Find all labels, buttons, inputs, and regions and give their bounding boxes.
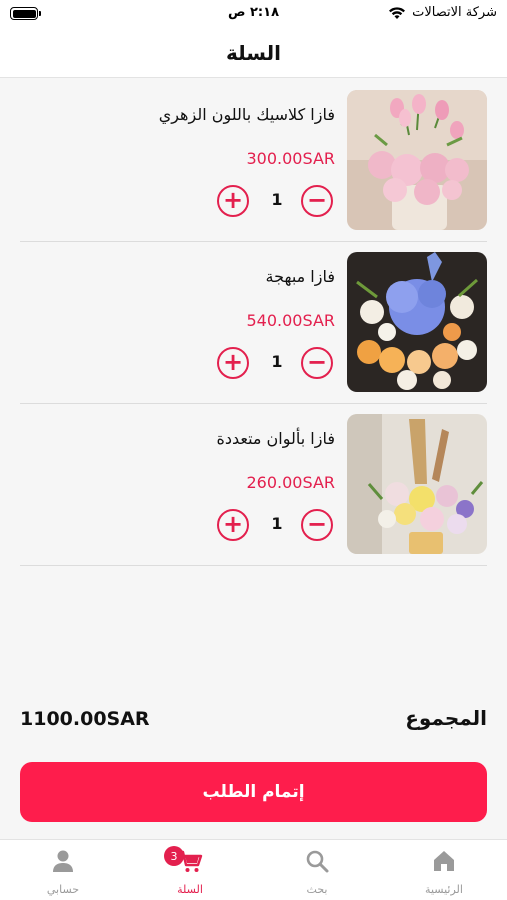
home-icon xyxy=(434,851,454,871)
item-name: فازا كلاسيك باللون الزهري xyxy=(158,105,335,124)
tab-home[interactable]: الرئيسية xyxy=(381,840,507,900)
total-value: 1100.00SAR xyxy=(20,708,150,730)
plus-icon: + xyxy=(222,186,244,214)
plus-icon: + xyxy=(222,510,244,538)
tab-account[interactable]: حسابي xyxy=(0,840,126,900)
total-label: المجموع xyxy=(405,706,487,730)
multicolor-flower-vase-illustration xyxy=(347,414,487,554)
cart-item: فازا كلاسيك باللون الزهري 300.00SAR − 1 … xyxy=(20,80,487,242)
battery-icon xyxy=(10,7,41,20)
tab-cart[interactable]: السلة xyxy=(127,840,253,900)
search-icon xyxy=(306,850,329,873)
blue-hydrangea-bouquet-illustration xyxy=(347,252,487,392)
plus-icon: + xyxy=(222,348,244,376)
decrease-quantity-button[interactable]: − xyxy=(301,347,333,379)
increase-quantity-button[interactable]: + xyxy=(217,347,249,379)
checkout-button[interactable]: إتمام الطلب xyxy=(20,762,487,822)
status-bar: شركة الاتصالات ٢:١٨ ص xyxy=(0,0,507,28)
tab-label: الرئيسية xyxy=(425,883,463,896)
cart-item: فازا مبهجة 540.00SAR − 1 + xyxy=(20,242,487,404)
item-price: 540.00SAR xyxy=(246,311,336,330)
item-price: 300.00SAR xyxy=(246,149,336,168)
tab-label: السلة xyxy=(177,883,203,896)
item-price: 260.00SAR xyxy=(246,473,336,492)
quantity-value: 1 xyxy=(271,190,283,209)
increase-quantity-button[interactable]: + xyxy=(217,185,249,217)
cart-count-badge: 3 xyxy=(164,846,184,866)
minus-icon: − xyxy=(306,348,328,376)
product-image-blue-bouquet[interactable] xyxy=(347,252,487,392)
tab-label: بحث xyxy=(306,883,328,896)
quantity-value: 1 xyxy=(271,352,283,371)
quantity-value: 1 xyxy=(271,514,283,533)
page-title: السلة xyxy=(225,40,281,65)
item-name: فازا مبهجة xyxy=(265,267,335,286)
product-image-pink-vase[interactable] xyxy=(347,90,487,230)
tab-bar: حسابي السلة بحث الرئيسية xyxy=(0,839,507,900)
item-name: فازا بألوان متعددة xyxy=(216,429,335,448)
person-icon xyxy=(53,850,73,872)
product-image-multicolor-vase[interactable] xyxy=(347,414,487,554)
cart-item: فازا بألوان متعددة 260.00SAR − 1 + xyxy=(20,404,487,566)
decrease-quantity-button[interactable]: − xyxy=(301,185,333,217)
status-time: ٢:١٨ ص xyxy=(227,5,280,20)
header: السلة xyxy=(0,28,507,78)
pink-flower-vase-illustration xyxy=(347,90,487,230)
increase-quantity-button[interactable]: + xyxy=(217,509,249,541)
tab-label: حسابي xyxy=(46,883,80,896)
minus-icon: − xyxy=(306,186,328,214)
tab-search[interactable]: بحث xyxy=(254,840,380,900)
cart-list: فازا كلاسيك باللون الزهري 300.00SAR − 1 … xyxy=(20,80,487,566)
decrease-quantity-button[interactable]: − xyxy=(301,509,333,541)
minus-icon: − xyxy=(306,510,328,538)
checkout-button-label: إتمام الطلب xyxy=(202,782,305,802)
